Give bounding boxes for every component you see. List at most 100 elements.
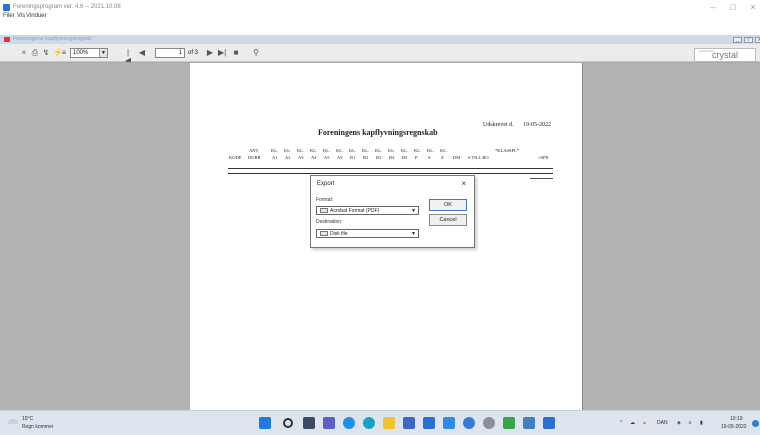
export-dialog-title: Export	[317, 181, 335, 187]
stop-icon[interactable]: ■	[232, 49, 240, 57]
clock-date[interactable]: 19-05-2022	[721, 424, 747, 430]
destination-type-icon	[320, 231, 328, 236]
next-page-icon[interactable]: ▶	[206, 49, 214, 57]
search-icon[interactable]: ⚲	[252, 49, 260, 57]
col-h2-8: B1	[350, 155, 356, 160]
mdi-minimize-icon[interactable]: _	[733, 37, 742, 43]
col-h2-5: A4	[311, 155, 317, 160]
col-h2-12: B5	[402, 155, 408, 160]
col-h1-12: KL.	[401, 148, 409, 153]
app-icon-foreningsprogram[interactable]	[543, 417, 555, 429]
col-h2-7: A5	[337, 155, 343, 160]
weather-description[interactable]: Regn kommer	[22, 424, 53, 430]
close-button[interactable]: ×	[746, 2, 760, 12]
zoom-value: 100%	[73, 50, 89, 56]
close-view-icon[interactable]: ×	[20, 49, 28, 57]
format-label: Format:	[316, 197, 334, 203]
crystal-logo-text: crystal	[711, 50, 738, 60]
col-h1-15: KL.	[440, 148, 448, 153]
volume-icon[interactable]: ♬	[688, 420, 693, 426]
security-icon[interactable]: ▲	[642, 420, 647, 426]
col-h1-5: KL.	[310, 148, 318, 153]
menu-filer[interactable]: Filer	[3, 13, 15, 19]
report-window-title: Foreningens kapflyvningsregnsk	[13, 36, 92, 42]
dialog-close-icon[interactable]: ×	[461, 179, 466, 188]
weather-cloud-icon[interactable]	[8, 419, 18, 424]
col-h2-1: DUBB	[248, 155, 261, 160]
app-icon-green[interactable]	[503, 417, 515, 429]
col-h2-13: P	[415, 155, 418, 160]
wifi-icon[interactable]: ◈	[677, 420, 681, 426]
col-h1-3: KL.	[284, 148, 292, 153]
edge-icon[interactable]	[343, 417, 355, 429]
taskbar: 15°C Regn kommer ^ ☁ ▲ DAN ◈ ♬ ▮ 10:19 1…	[0, 410, 760, 435]
header-divider-1	[228, 168, 553, 169]
menu-vis[interactable]: Vis	[17, 13, 25, 19]
report-window-icon	[4, 37, 10, 42]
print-date: 19-05-2022	[523, 122, 551, 128]
ok-button[interactable]: OK	[429, 199, 467, 211]
chevron-up-icon[interactable]: ^	[620, 420, 622, 426]
col-h1-17: *KLASSPL*	[495, 148, 520, 153]
cancel-button[interactable]: Cancel	[429, 214, 467, 226]
destination-select[interactable]: Disk file ▼	[316, 229, 419, 238]
format-value: Acrobat Format (PDF)	[330, 208, 380, 214]
col-h1-1: ANT.	[249, 148, 260, 153]
col-h1-8: KL.	[349, 148, 357, 153]
col-h1-14: KL.	[427, 148, 435, 153]
app-icon-blue[interactable]	[403, 417, 415, 429]
browser-icon[interactable]	[363, 417, 375, 429]
destination-value: Disk file	[330, 231, 348, 237]
notification-icon[interactable]	[752, 420, 759, 427]
chevron-down-icon: ▼	[411, 231, 416, 237]
header-divider-short	[530, 178, 553, 179]
previous-page-icon[interactable]: ◀	[138, 49, 146, 57]
app-icon-paint[interactable]	[523, 417, 535, 429]
clock-time[interactable]: 10:19	[730, 416, 743, 422]
col-h1-7: KL.	[336, 148, 344, 153]
col-h2-15: Z	[441, 155, 444, 160]
mdi-close-icon[interactable]: x	[755, 37, 760, 43]
col-h2-3: A2	[285, 155, 291, 160]
language-indicator[interactable]: DAN	[657, 420, 668, 426]
last-page-icon[interactable]: ▶|	[218, 49, 226, 57]
print-icon[interactable]: ⎙	[31, 49, 39, 57]
app-icon-store[interactable]	[423, 417, 435, 429]
col-h1-2: KL.	[271, 148, 279, 153]
col-h1-11: KL.	[388, 148, 396, 153]
col-h1-13: KL.	[414, 148, 422, 153]
format-select[interactable]: Acrobat Format (PDF) ▼	[316, 206, 419, 215]
app-icon-chat[interactable]	[463, 417, 475, 429]
cloud-icon[interactable]: ☁	[630, 420, 635, 426]
weather-temperature[interactable]: 15°C	[22, 416, 33, 422]
search-icon[interactable]	[283, 418, 293, 428]
menu-vinduer[interactable]: Vinduer	[26, 13, 47, 19]
chevron-down-icon: ▼	[411, 208, 416, 214]
export-dialog: Export × Format: Acrobat Format (PDF) ▼ …	[310, 175, 475, 248]
start-icon[interactable]	[259, 417, 271, 429]
destination-label: Destination:	[316, 219, 343, 225]
report-toolbar: × ⎙ ↯ ⚡ ≡ 100% ▼ |◀ ◀ 1 of 3 ▶ ▶| ■ ⚲	[0, 44, 760, 65]
minimize-button[interactable]: –	[706, 2, 720, 12]
col-h2-18: +SPE.	[538, 155, 550, 160]
report-title: Foreningens kapflyvningsregnskab	[318, 128, 438, 137]
teams-icon[interactable]	[323, 417, 335, 429]
task-view-icon[interactable]	[303, 417, 315, 429]
maximize-button[interactable]: □	[726, 2, 740, 12]
app-icon-mail[interactable]	[443, 417, 455, 429]
col-h2-2: A1	[272, 155, 278, 160]
page-number-input[interactable]: 1	[155, 48, 185, 58]
first-page-icon[interactable]: |◀	[124, 49, 132, 65]
zoom-select[interactable]: 100% ▼	[70, 48, 108, 58]
group-tree-icon[interactable]: ≡	[60, 49, 68, 57]
col-h2-17: S TILL.BO	[468, 155, 489, 160]
mdi-restore-icon[interactable]: □	[744, 37, 753, 43]
file-explorer-icon[interactable]	[383, 417, 395, 429]
col-h1-9: KL.	[362, 148, 370, 153]
app-icon-settings[interactable]	[483, 417, 495, 429]
header-divider-2	[228, 173, 553, 174]
crystal-logo-subtext: powered by	[699, 49, 715, 53]
battery-icon[interactable]: ▮	[700, 420, 703, 426]
col-h2-4: A3	[298, 155, 304, 160]
export-icon[interactable]: ↯	[42, 49, 50, 57]
